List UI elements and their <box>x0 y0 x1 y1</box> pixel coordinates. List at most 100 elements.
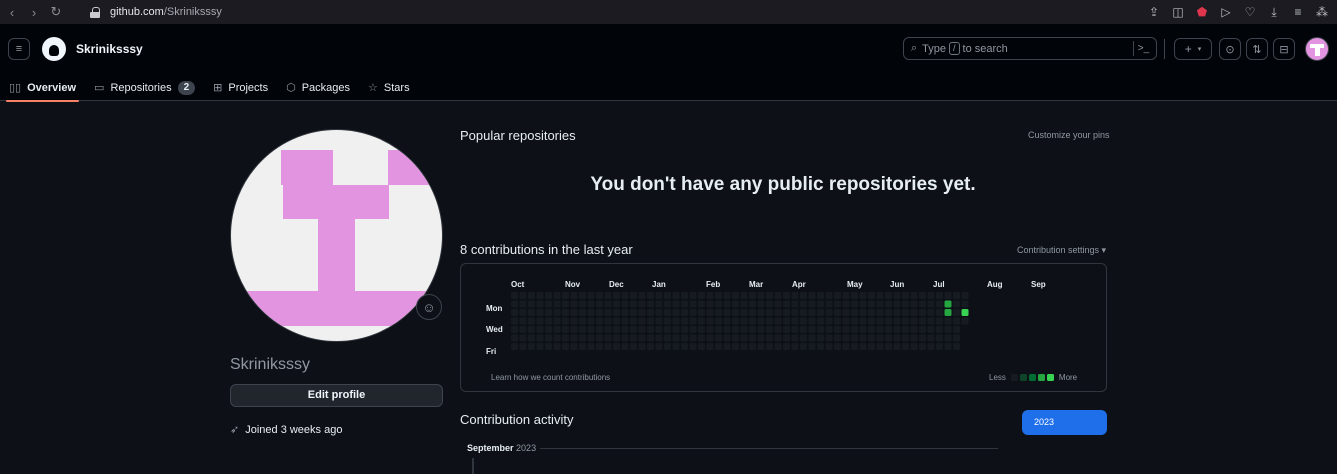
contribution-cell[interactable] <box>893 300 901 308</box>
contribution-cell[interactable] <box>604 292 612 299</box>
contribution-cell[interactable] <box>647 334 654 342</box>
contribution-cell[interactable] <box>851 309 858 316</box>
contribution-cell[interactable] <box>893 334 901 342</box>
contribution-cell[interactable] <box>579 317 586 325</box>
contribution-cell[interactable] <box>689 334 697 342</box>
tab-packages[interactable]: ⬡ Packages <box>277 74 359 101</box>
contribution-cell[interactable] <box>953 326 960 333</box>
contribution-cell[interactable] <box>944 292 952 299</box>
contribution-cell[interactable] <box>689 300 697 308</box>
contribution-cell[interactable] <box>910 317 918 325</box>
contribution-cell[interactable] <box>630 343 637 350</box>
contribution-cell[interactable] <box>630 309 637 316</box>
contribution-cell[interactable] <box>732 343 739 350</box>
contribution-cell[interactable] <box>766 317 773 325</box>
contribution-cell[interactable] <box>859 317 867 325</box>
contribution-cell[interactable] <box>562 326 569 333</box>
contribution-cell[interactable] <box>613 326 620 333</box>
contribution-cell[interactable] <box>910 334 918 342</box>
contribution-cell[interactable] <box>868 317 875 325</box>
contribution-cell[interactable] <box>672 334 680 342</box>
contribution-cell[interactable] <box>936 317 943 325</box>
contribution-cell[interactable] <box>919 292 926 299</box>
contribution-cell[interactable] <box>511 300 518 308</box>
tab-repositories[interactable]: ▭ Repositories 2 <box>85 74 204 101</box>
set-status-button[interactable]: ☺ <box>416 294 442 320</box>
contribution-cell[interactable] <box>664 343 671 350</box>
contribution-cell[interactable] <box>672 326 680 333</box>
contribution-cell[interactable] <box>698 292 705 299</box>
contribution-cell[interactable] <box>876 334 884 342</box>
contribution-cell[interactable] <box>528 309 535 316</box>
contribution-cell[interactable] <box>902 317 909 325</box>
contribution-cell[interactable] <box>638 309 646 316</box>
contribution-cell[interactable] <box>774 343 782 350</box>
contribution-cell[interactable] <box>919 343 926 350</box>
contribution-cell[interactable] <box>749 292 756 299</box>
contribution-cell[interactable] <box>893 326 901 333</box>
contribution-cell[interactable] <box>919 300 926 308</box>
contribution-cell[interactable] <box>919 309 926 316</box>
search-input[interactable]: ⌕ Type / to search >_ <box>903 37 1157 60</box>
address-bar[interactable]: github.com/Skriniksssy <box>110 6 222 18</box>
contribution-cell[interactable] <box>587 309 595 316</box>
contribution-cell[interactable] <box>655 326 663 333</box>
contribution-cell[interactable] <box>528 326 535 333</box>
contribution-cell[interactable] <box>740 309 748 316</box>
contribution-cell[interactable] <box>536 292 544 299</box>
contribution-cell[interactable] <box>604 334 612 342</box>
contribution-cell[interactable] <box>834 343 841 350</box>
contribution-cell[interactable] <box>562 317 569 325</box>
contribution-cell[interactable] <box>562 292 569 299</box>
contribution-cell[interactable] <box>919 334 926 342</box>
contribution-cell[interactable] <box>698 317 705 325</box>
contribution-cell[interactable] <box>689 292 697 299</box>
contribution-cell[interactable] <box>859 292 867 299</box>
contribution-cell[interactable] <box>774 300 782 308</box>
contribution-cell[interactable] <box>876 292 884 299</box>
contribution-cell[interactable] <box>825 334 833 342</box>
contribution-cell[interactable] <box>553 334 561 342</box>
contribution-cell[interactable] <box>876 343 884 350</box>
contribution-cell[interactable] <box>596 292 603 299</box>
contribution-cell[interactable] <box>910 343 918 350</box>
contribution-cell[interactable] <box>902 292 909 299</box>
contribution-cell[interactable] <box>859 300 867 308</box>
menu-icon[interactable]: ≡ <box>1291 5 1305 19</box>
contribution-cell[interactable] <box>817 300 824 308</box>
contribution-cell[interactable] <box>961 317 969 325</box>
contribution-cell[interactable] <box>910 326 918 333</box>
contribution-cell[interactable] <box>604 343 612 350</box>
contribution-cell[interactable] <box>613 334 620 342</box>
contribution-cell[interactable] <box>647 292 654 299</box>
screenshot-icon[interactable]: ◫ <box>1171 5 1185 19</box>
contribution-cell[interactable] <box>706 317 714 325</box>
contribution-cell[interactable] <box>774 309 782 316</box>
contribution-cell[interactable] <box>553 343 561 350</box>
contribution-cell[interactable] <box>774 292 782 299</box>
contribution-cell[interactable] <box>791 326 799 333</box>
contribution-cell[interactable] <box>825 300 833 308</box>
contribution-cell[interactable] <box>825 309 833 316</box>
contribution-cell[interactable] <box>766 300 773 308</box>
contribution-cell[interactable] <box>808 309 816 316</box>
contribution-cell[interactable] <box>902 334 909 342</box>
contribution-cell[interactable] <box>791 317 799 325</box>
contribution-cell[interactable] <box>834 309 841 316</box>
contribution-cell[interactable] <box>672 300 680 308</box>
contribution-cell[interactable] <box>621 300 629 308</box>
contribution-cell[interactable] <box>706 300 714 308</box>
contribution-cell[interactable] <box>842 309 850 316</box>
contribution-cell[interactable] <box>910 309 918 316</box>
back-icon[interactable]: ‹ <box>2 5 22 20</box>
contribution-cell[interactable] <box>791 334 799 342</box>
contribution-cell[interactable] <box>519 326 527 333</box>
tab-stars[interactable]: ☆ Stars <box>359 74 419 101</box>
contribution-cell[interactable] <box>851 300 858 308</box>
contribution-cell[interactable] <box>511 326 518 333</box>
contribution-cell[interactable] <box>851 326 858 333</box>
customize-pins-link[interactable]: Customize your pins <box>1028 130 1110 140</box>
contribution-cell[interactable] <box>927 334 935 342</box>
contribution-cell[interactable] <box>749 326 756 333</box>
contribution-cell[interactable] <box>783 292 790 299</box>
